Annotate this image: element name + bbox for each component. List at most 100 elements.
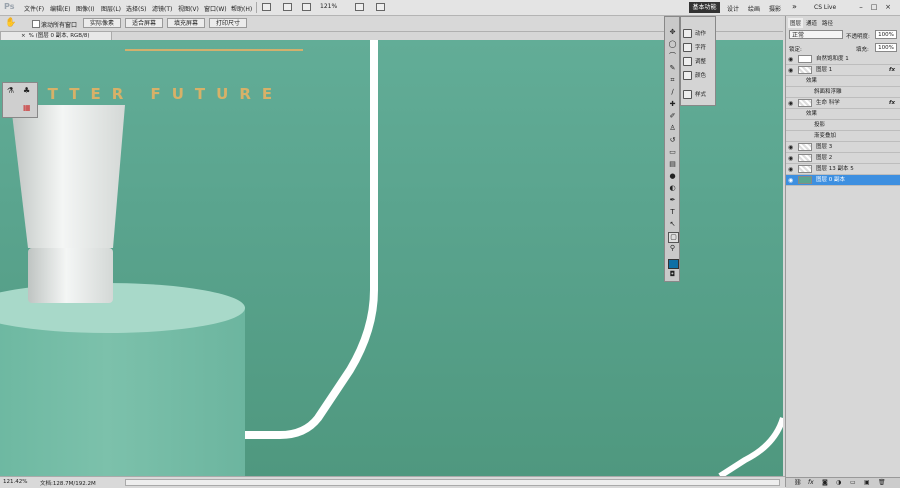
screen-mode-icon[interactable]	[376, 3, 385, 11]
close-icon[interactable]: ×	[884, 3, 892, 11]
clone-stamp-tool-icon[interactable]: ♙	[668, 124, 677, 133]
trash-icon[interactable]: 🗑	[878, 479, 886, 486]
blur-tool-icon[interactable]: ●	[668, 172, 677, 181]
eraser-tool-icon[interactable]: ▭	[668, 148, 677, 157]
clone-source-icon[interactable]: ♣	[23, 86, 30, 95]
more-workspaces-button[interactable]: »	[792, 2, 797, 11]
tab-channels[interactable]: 通道	[804, 18, 819, 28]
panel-adjustments[interactable]: 调整	[683, 57, 715, 67]
fit-screen-button[interactable]: 适合屏幕	[125, 18, 163, 28]
visibility-eye-icon[interactable]: ◉	[788, 100, 793, 107]
menu-select[interactable]: 选择(S)	[126, 4, 147, 13]
layer-thumbnail	[798, 99, 812, 107]
menu-file[interactable]: 文件(F)	[24, 4, 44, 13]
fx-icon[interactable]: fx	[889, 98, 895, 109]
workspace-design[interactable]: 设计	[727, 4, 739, 13]
visibility-eye-icon[interactable]: ◉	[788, 166, 793, 173]
pen-tool-icon[interactable]: ✒	[668, 196, 677, 205]
menu-filter[interactable]: 滤镜(T)	[152, 4, 172, 13]
gradient-tool-icon[interactable]: ▤	[668, 160, 677, 169]
menu-help[interactable]: 帮助(H)	[231, 4, 252, 13]
menu-view[interactable]: 视图(V)	[178, 4, 199, 13]
fx-icon[interactable]: fx	[889, 65, 895, 76]
effect-name: 投影	[814, 122, 826, 128]
hand-tool-icon[interactable]	[302, 3, 311, 11]
effects-label: 效果	[806, 111, 818, 117]
quick-select-tool-icon[interactable]: ✎	[668, 64, 677, 73]
cs-live-button[interactable]: CS Live	[814, 4, 836, 11]
minimize-icon[interactable]: –	[857, 3, 865, 11]
layer-row[interactable]: ◉ 图层 13 副本 5	[786, 164, 900, 175]
brush-preset-icon[interactable]: ⚗	[7, 86, 14, 95]
maximize-icon[interactable]: □	[870, 3, 878, 11]
panel-color[interactable]: 颜色	[683, 71, 715, 81]
move-tool-icon[interactable]: ✥	[668, 28, 677, 37]
workspace-essentials-button[interactable]: 基本功能	[689, 2, 720, 13]
actual-pixels-button[interactable]: 实际像素	[83, 18, 121, 28]
quick-mask-icon[interactable]: ◘	[668, 270, 677, 279]
menu-image[interactable]: 图像(I)	[76, 4, 94, 13]
path-select-tool-icon[interactable]: ↖	[668, 220, 677, 229]
type-tool-icon[interactable]: T	[668, 208, 677, 217]
panel-styles[interactable]: 样式	[683, 90, 715, 100]
layer-effects-row[interactable]: 效果	[786, 76, 900, 87]
workspace-painting[interactable]: 绘画	[748, 4, 760, 13]
zoom-level[interactable]: 121.42%	[3, 479, 27, 485]
zoom-dropdown[interactable]: 121%	[320, 3, 350, 12]
layer-row[interactable]: ◉ 图层 1 fx	[786, 65, 900, 76]
foreground-color-swatch[interactable]	[668, 259, 679, 269]
new-group-icon[interactable]: ▭	[850, 479, 856, 486]
hand-tool-icon[interactable]: ✋	[5, 18, 16, 28]
adjustment-layer-icon[interactable]: ◑	[836, 479, 841, 486]
layer-effects-row[interactable]: 效果	[786, 109, 900, 120]
zoom-tool-icon[interactable]: ⚲	[668, 244, 677, 253]
bridge-icon[interactable]	[262, 3, 271, 11]
blend-mode-select[interactable]: 正常	[789, 30, 843, 39]
layer-row[interactable]: ◉ 自然饱和度 1	[786, 54, 900, 65]
layer-effect-row[interactable]: 斜面和浮雕	[786, 87, 900, 98]
add-style-icon[interactable]: fx	[808, 479, 814, 486]
visibility-eye-icon[interactable]: ◉	[788, 155, 793, 162]
document-title: % (图层 0 副本, RGB/8)	[28, 33, 90, 39]
brush-tool-icon[interactable]: ✐	[668, 112, 677, 121]
visibility-eye-icon[interactable]: ◉	[788, 177, 793, 184]
print-size-button[interactable]: 打印尺寸	[209, 18, 247, 28]
tab-close-icon[interactable]: ×	[21, 33, 26, 39]
layer-effect-row[interactable]: 渐变叠加	[786, 131, 900, 142]
menu-window[interactable]: 窗口(W)	[204, 4, 227, 13]
new-layer-icon[interactable]: ▣	[864, 479, 870, 486]
layer-row-selected[interactable]: ◉ 图层 0 副本	[786, 175, 900, 186]
arrange-documents-icon[interactable]	[355, 3, 364, 11]
tab-paths[interactable]: 路径	[820, 18, 835, 28]
visibility-eye-icon[interactable]: ◉	[788, 67, 793, 74]
history-brush-tool-icon[interactable]: ↺	[668, 136, 677, 145]
mini-bridge-icon[interactable]	[283, 3, 292, 11]
fill-screen-button[interactable]: 填充屏幕	[167, 18, 205, 28]
shape-tool-icon[interactable]: ▢	[668, 232, 679, 243]
healing-brush-tool-icon[interactable]: ✚	[668, 100, 677, 109]
panel-character[interactable]: 字符	[683, 43, 715, 53]
eyedropper-tool-icon[interactable]: ∕	[668, 88, 677, 97]
horizontal-scrollbar[interactable]	[125, 479, 780, 486]
scroll-all-windows-checkbox[interactable]	[32, 20, 40, 28]
layer-row[interactable]: ◉ 图层 3	[786, 142, 900, 153]
panel-actions[interactable]: 动作	[683, 29, 715, 39]
workspace-photography[interactable]: 摄影	[769, 4, 781, 13]
layer-effect-row[interactable]: 投影	[786, 120, 900, 131]
fill-field[interactable]: 100%	[875, 43, 897, 52]
visibility-eye-icon[interactable]: ◉	[788, 144, 793, 151]
lasso-tool-icon[interactable]: ⌒	[668, 52, 677, 61]
layer-row[interactable]: ◉ 图层 2	[786, 153, 900, 164]
add-mask-icon[interactable]: ◙	[822, 479, 828, 486]
menu-layer[interactable]: 图层(L)	[101, 4, 121, 13]
marquee-tool-icon[interactable]: ◯	[668, 40, 677, 49]
menu-edit[interactable]: 编辑(E)	[50, 4, 70, 13]
swatch-icon[interactable]: ▦	[23, 103, 31, 112]
tab-layers[interactable]: 图层	[788, 18, 804, 28]
dodge-tool-icon[interactable]: ◐	[668, 184, 677, 193]
visibility-eye-icon[interactable]: ◉	[788, 56, 793, 63]
crop-tool-icon[interactable]: ⌗	[668, 76, 677, 85]
opacity-field[interactable]: 100%	[875, 30, 897, 39]
link-layers-icon[interactable]: ⛓	[794, 479, 802, 486]
layer-row[interactable]: ◉ 生命 科学 fx	[786, 98, 900, 109]
